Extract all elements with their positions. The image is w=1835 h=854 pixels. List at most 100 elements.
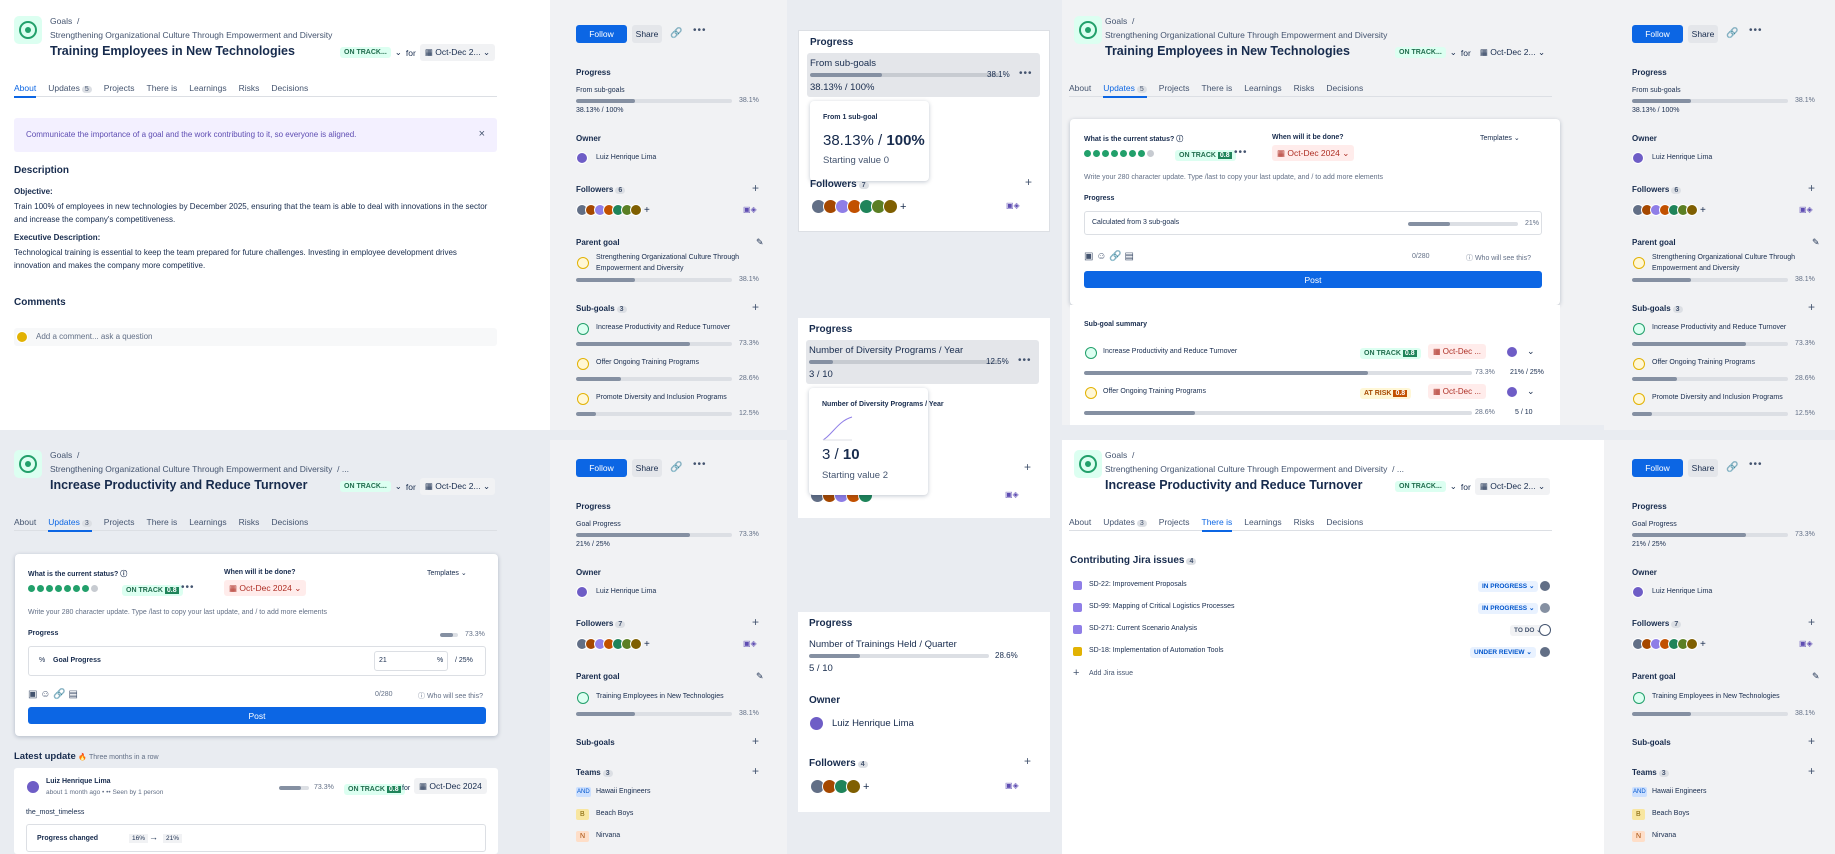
date-select[interactable]: ▦ Oct-Dec 2... ⌄ [419,44,496,61]
post-button[interactable]: Post [28,707,486,724]
templates-button[interactable]: Templates ⌄ [427,569,467,577]
status-dots[interactable] [1084,149,1156,159]
jira-issue-link[interactable]: SD-99: Mapping of Critical Logistics Pro… [1089,603,1235,610]
more-icon[interactable]: ••• [693,459,707,470]
templates-button[interactable]: Templates ⌄ [1480,134,1520,142]
editor-toolbar[interactable]: ▣ ☺ 🔗 ▤ [1084,251,1134,262]
more-icon[interactable]: ••• [1234,147,1248,158]
tab-risks[interactable]: Risks [1294,517,1315,531]
editor-toolbar[interactable]: ▣ ☺ 🔗 ▤ [28,689,78,700]
more-icon[interactable]: ••• [1019,68,1033,79]
tab-updates[interactable]: Updates 5 [1103,83,1147,98]
breadcrumb-parent[interactable]: Strengthening Organizational Culture Thr… [50,30,332,40]
tab-decisions[interactable]: Decisions [1326,517,1363,531]
sub-goal-link[interactable]: Offer Ongoing Training Programs [596,359,699,366]
sub-goal-link[interactable]: Promote Diversity and Inclusion Programs [1652,394,1783,401]
more-icon[interactable]: ••• [181,582,195,593]
tab-about[interactable]: About [14,517,36,531]
status-select[interactable]: ON TRACK... [1395,481,1446,492]
tab-there-is[interactable]: There is [1201,517,1232,532]
breadcrumb-parent[interactable]: Strengthening Organizational Culture Thr… [1105,464,1404,474]
add-sub-goal-icon[interactable]: + [752,300,759,314]
team-link[interactable]: Hawaii Engineers [1652,788,1706,795]
chevron-down-icon[interactable]: ⌄ [1527,386,1535,397]
owner-name[interactable]: Luiz Henrique Lima [1652,588,1712,595]
parent-goal-link[interactable]: Training Employees in New Technologies [596,693,724,700]
more-icon[interactable]: ••• [1749,25,1763,36]
breadcrumb[interactable]: Goals / [50,450,79,460]
visibility-link[interactable]: ⓘ Who will see this? [1466,253,1531,263]
jira-issue-row[interactable]: SD-271: Current Scenario Analysis TO DO … [1070,621,1551,639]
update-textarea[interactable]: Write your 280 character update. Type /l… [1084,174,1383,181]
add-follower-icon[interactable]: + [1808,181,1815,195]
date-select[interactable]: ▦ Oct-Dec 2... ⌄ [419,478,496,495]
share-button[interactable]: Share [632,459,662,477]
tab-risks[interactable]: Risks [1294,83,1315,97]
jira-issue-row[interactable]: SD-22: Improvement Proposals IN PROGRESS… [1070,577,1551,595]
tab-about[interactable]: About [14,83,37,98]
more-icon[interactable]: ••• [1749,459,1763,470]
followers-avatars[interactable]: + [1632,638,1706,650]
sub-goal-link[interactable]: Increase Productivity and Reduce Turnove… [1103,348,1237,355]
tab-projects[interactable]: Projects [104,83,135,97]
team-link[interactable]: Beach Boys [1652,810,1689,817]
follow-button[interactable]: Follow [576,25,627,43]
tab-there-is[interactable]: There is [147,83,178,97]
tab-learnings[interactable]: Learnings [1244,517,1281,531]
tab-updates[interactable]: Updates 5 [48,83,92,97]
tab-projects[interactable]: Projects [1159,517,1190,531]
tab-projects[interactable]: Projects [104,517,135,531]
jira-issue-link[interactable]: SD-18: Implementation of Automation Tool… [1089,647,1224,654]
post-button[interactable]: Post [1084,271,1542,288]
followers-avatars[interactable]: + [811,199,906,214]
follow-button[interactable]: Follow [576,459,627,477]
share-button[interactable]: Share [1688,459,1718,477]
tab-there-is[interactable]: There is [147,517,178,531]
comment-input[interactable]: Add a comment... ask a question [14,328,497,346]
add-follower-icon[interactable]: + [1808,615,1815,629]
metric-input[interactable]: 21 % [374,651,448,671]
add-follower-icon[interactable]: + [1025,175,1032,189]
followers-avatars[interactable]: + [810,779,869,794]
add-follower-icon[interactable]: + [752,181,759,195]
sub-goal-link[interactable]: Increase Productivity and Reduce Turnove… [1652,324,1786,331]
jira-issue-link[interactable]: SD-271: Current Scenario Analysis [1089,625,1197,632]
owner-name[interactable]: Luiz Henrique Lima [596,154,656,161]
parent-goal-link[interactable]: Strengthening Organizational Culture Thr… [596,252,746,274]
issue-status[interactable]: IN PROGRESS ⌄ [1478,580,1539,592]
tab-risks[interactable]: Risks [239,517,260,531]
tab-there-is[interactable]: There is [1202,83,1233,97]
issue-status[interactable]: IN PROGRESS ⌄ [1478,602,1539,614]
followers-avatars[interactable]: + [576,638,650,650]
edit-icon[interactable]: ✎ [1812,671,1820,682]
link-icon[interactable]: 🔗 [670,28,682,39]
tab-learnings[interactable]: Learnings [189,517,226,531]
chevron-down-icon[interactable]: ⌄ [1527,346,1535,357]
add-sub-goal-icon[interactable]: + [1808,300,1815,314]
tab-learnings[interactable]: Learnings [1244,83,1281,97]
close-icon[interactable]: × [479,128,485,140]
sub-goal-link[interactable]: Promote Diversity and Inclusion Programs [596,394,727,401]
share-button[interactable]: Share [1688,25,1718,43]
add-sub-goal-icon[interactable]: + [1808,734,1815,748]
owner-name[interactable]: Luiz Henrique Lima [596,588,656,595]
sub-goal-link[interactable]: Increase Productivity and Reduce Turnove… [596,324,730,331]
share-button[interactable]: Share [632,25,662,43]
visibility-link[interactable]: ⓘ Who will see this? [418,691,483,701]
status-dots[interactable] [28,584,100,594]
sub-goal-link[interactable]: Offer Ongoing Training Programs [1103,388,1206,395]
link-icon[interactable]: 🔗 [1726,462,1738,473]
breadcrumb[interactable]: Goals / [1105,450,1134,460]
tab-about[interactable]: About [1069,517,1091,531]
date-select[interactable]: ▦ Oct-Dec 2... ⌄ [1474,44,1551,61]
add-follower-icon[interactable]: + [752,615,759,629]
tab-decisions[interactable]: Decisions [1326,83,1363,97]
more-icon[interactable]: ••• [1018,355,1032,366]
add-team-icon[interactable]: + [1808,764,1815,778]
followers-avatars[interactable]: + [1632,204,1706,216]
tab-updates[interactable]: Updates 3 [1103,517,1147,531]
owner-name[interactable]: Luiz Henrique Lima [832,718,914,729]
add-team-icon[interactable]: + [752,764,759,778]
tab-projects[interactable]: Projects [1159,83,1190,97]
breadcrumb-parent[interactable]: Strengthening Organizational Culture Thr… [1105,30,1387,40]
